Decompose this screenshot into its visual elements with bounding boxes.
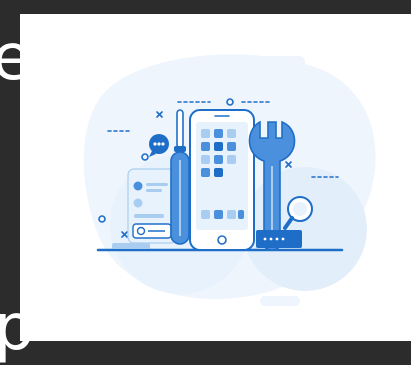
ui-card-panel — [127, 168, 177, 244]
screenshot-stage: e p — [0, 0, 411, 360]
toolbox-bar — [256, 230, 302, 248]
smartphone-icon — [189, 109, 255, 251]
app-development-illustration — [83, 54, 376, 306]
ground-bar-left — [112, 243, 150, 249]
illustration-card — [20, 14, 411, 341]
